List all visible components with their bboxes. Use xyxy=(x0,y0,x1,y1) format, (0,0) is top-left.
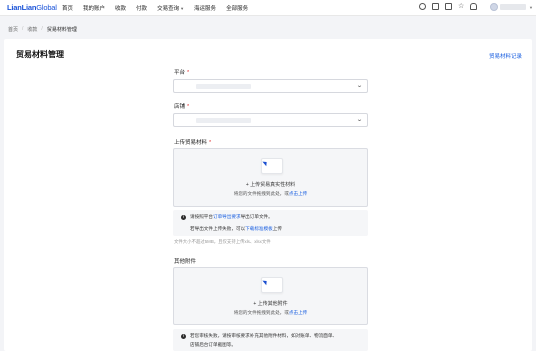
trade-material-dropzone[interactable]: + 上传贸易真实性材料 将您的文件拖拽到此处，或点击上传 xyxy=(173,148,368,207)
breadcrumb-receive[interactable]: 收款 xyxy=(27,26,37,33)
nav-item-my-account[interactable]: 我的账户 xyxy=(83,4,105,12)
top-navigation-bar: LianLianGlobal 首页 我的账户 收款 付款 交易查询▼ 海运服务 … xyxy=(0,0,536,16)
chevron-down-icon: ⌄ xyxy=(356,117,363,123)
nav-item-shipping-service[interactable]: 海运服务 xyxy=(194,4,216,12)
platform-label: 平台 * xyxy=(174,70,190,76)
info-icon: ! xyxy=(181,334,186,339)
trade-notice-line2: 若导出文件上传失败，可以下载标准模板上传 xyxy=(190,226,282,231)
platform-select[interactable]: ⌄ xyxy=(173,79,368,93)
platform-selected-value-masked xyxy=(196,84,251,89)
order-export-requirements-link[interactable]: 订单导出要求 xyxy=(213,214,241,219)
required-mark: * xyxy=(187,104,190,110)
other-click-upload-link[interactable]: 点击上传 xyxy=(289,310,307,315)
file-size-hint: 文件大小不超过5MB，且仅支持上传xls、xlsx文件 xyxy=(174,239,271,244)
chevron-down-icon: ⌄ xyxy=(356,83,363,89)
bell-icon[interactable] xyxy=(470,3,478,10)
nav-item-all-services[interactable]: 全部服务 xyxy=(226,4,248,12)
nav-item-home[interactable]: 首页 xyxy=(62,4,73,12)
other-attachments-dropzone[interactable]: + 上传其他附件 将您的文件拖拽到此处，或点击上传 xyxy=(173,267,368,325)
other-attachments-label: 其他附件 xyxy=(174,259,197,265)
brand-logo[interactable]: LianLianGlobal xyxy=(7,3,57,12)
chevron-down-icon: ▼ xyxy=(180,6,185,11)
required-mark: * xyxy=(187,70,190,76)
upload-file-icon xyxy=(261,158,283,174)
user-menu[interactable]: ▼ xyxy=(490,3,533,11)
upload-trade-material-label: 上传贸易材料 * xyxy=(174,140,212,146)
wallet-icon[interactable] xyxy=(445,3,452,10)
avatar xyxy=(490,3,498,11)
document-icon[interactable] xyxy=(432,3,439,10)
breadcrumb-current: 贸易材料管理 xyxy=(46,27,77,33)
breadcrumb-separator: / xyxy=(22,26,24,32)
download-template-link[interactable]: 下载标准模板 xyxy=(245,226,273,231)
breadcrumb: 首页 / 收款 / 贸易材料管理 xyxy=(8,26,77,33)
other-notice: ! 若您审核失败，请按审核要求补充其他附件材料，如对账单、物流面单、 店铺后台订… xyxy=(173,329,368,351)
cursor-icon xyxy=(262,159,269,167)
user-name-masked xyxy=(500,4,526,10)
header-tools: ☆ xyxy=(419,3,478,10)
other-notice-line1: 若您审核失败，请按审核要求补充其他附件材料，如对账单、物流面单、 xyxy=(190,333,338,338)
trade-click-upload-link[interactable]: 点击上传 xyxy=(289,191,307,196)
trade-upload-title: + 上传贸易真实性材料 xyxy=(245,182,296,188)
cursor-icon xyxy=(262,278,269,286)
nav-item-transaction-query[interactable]: 交易查询▼ xyxy=(157,4,184,12)
other-upload-hint: 将您的文件拖拽到此处，或点击上传 xyxy=(233,310,308,315)
star-icon[interactable]: ☆ xyxy=(458,3,464,10)
store-select[interactable]: ⌄ xyxy=(173,113,368,127)
chevron-down-icon: ▼ xyxy=(529,4,533,10)
trade-notice: ! 请按照平台订单导出要求导出订单文件。 若导出文件上传失败，可以下载标准模板上… xyxy=(173,210,368,236)
trade-notice-line1: 请按照平台订单导出要求导出订单文件。 xyxy=(190,214,273,219)
main-nav: 首页 我的账户 收款 付款 交易查询▼ 海运服务 全部服务 xyxy=(62,4,248,12)
other-upload-title: + 上传其他附件 xyxy=(253,301,288,307)
upload-file-icon xyxy=(261,277,283,293)
breadcrumb-separator: / xyxy=(41,26,43,32)
trade-upload-hint: 将您的文件拖拽到此处，或点击上传 xyxy=(233,191,308,196)
nav-item-receive[interactable]: 收款 xyxy=(115,4,126,12)
page-title: 贸易材料管理 xyxy=(16,50,64,59)
store-selected-value-masked xyxy=(196,118,251,123)
main-card: 贸易材料管理 贸易材料记录 平台 * ⌄ 店铺 * ⌄ 上传贸易材料 * + 上传贸易… xyxy=(4,39,532,351)
help-icon[interactable] xyxy=(419,3,426,10)
info-icon: ! xyxy=(181,215,186,220)
nav-item-pay[interactable]: 付款 xyxy=(136,4,147,12)
required-mark: * xyxy=(209,140,212,146)
breadcrumb-home[interactable]: 首页 xyxy=(8,26,18,33)
trade-material-record-link[interactable]: 贸易材料记录 xyxy=(489,52,522,60)
store-label: 店铺 * xyxy=(174,104,190,110)
other-notice-line2: 店铺后台订单截图等。 xyxy=(190,342,236,347)
